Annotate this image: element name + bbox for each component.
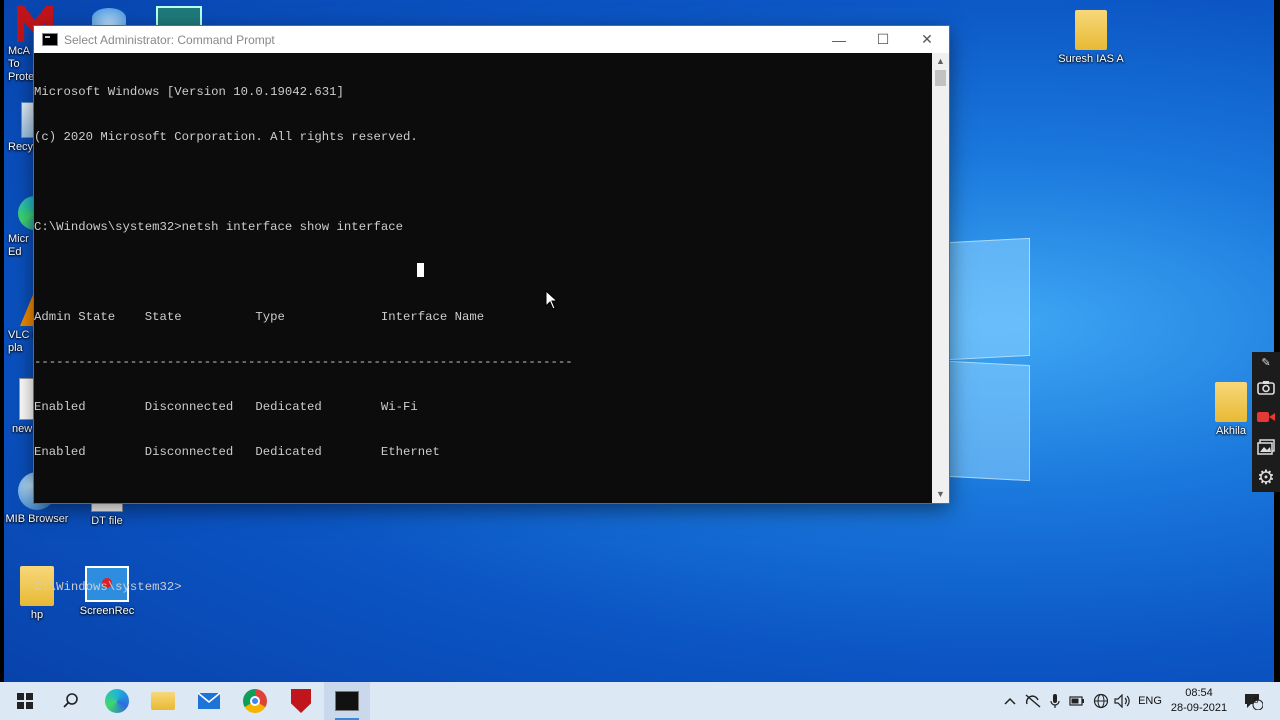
- action-center-button[interactable]: 5: [1238, 682, 1268, 720]
- scrollbar-thumb[interactable]: [935, 70, 946, 86]
- tray-sync[interactable]: [1022, 682, 1044, 720]
- vertical-scrollbar[interactable]: ▲ ▼: [932, 53, 949, 503]
- maximize-button[interactable]: ☐: [861, 26, 905, 53]
- video-icon[interactable]: [1252, 402, 1280, 432]
- mail-icon: [197, 692, 221, 709]
- taskbar-chrome[interactable]: [232, 682, 278, 720]
- window-title: Select Administrator: Command Prompt: [64, 32, 275, 47]
- search-button[interactable]: [48, 682, 94, 720]
- console-line: C:\Windows\system32>netsh interface show…: [34, 220, 403, 234]
- console-line: Enabled Disconnected Dedicated Ethernet: [34, 445, 440, 459]
- folder-icon: [1075, 10, 1107, 50]
- tray-volume[interactable]: [1112, 682, 1134, 720]
- gallery-icon[interactable]: [1252, 432, 1280, 462]
- edge-icon: [105, 689, 129, 713]
- clock[interactable]: 08:54 28-09-2021: [1166, 686, 1232, 716]
- tray-battery[interactable]: [1066, 682, 1088, 720]
- mcafee-shield-icon: [291, 689, 311, 713]
- notification-count: 5: [1254, 696, 1259, 705]
- tray-network[interactable]: [1090, 682, 1112, 720]
- mouse-pointer-icon: [545, 290, 559, 310]
- command-prompt-window[interactable]: Select Administrator: Command Prompt — ☐…: [34, 26, 949, 594]
- minimize-button[interactable]: —: [817, 26, 861, 53]
- chrome-icon: [243, 689, 267, 713]
- taskbar-edge[interactable]: [94, 682, 140, 720]
- window-controls: — ☐ ✕: [817, 26, 949, 53]
- camera-icon[interactable]: [1252, 372, 1280, 402]
- folder-icon: [1215, 382, 1247, 422]
- recorder-toolbar: ✎ ⚙: [1252, 352, 1280, 492]
- console-line: Admin State State Type Interface Name: [34, 310, 485, 324]
- console-line: (c) 2020 Microsoft Corporation. All righ…: [34, 130, 418, 144]
- terminal-icon: [335, 691, 359, 711]
- start-button[interactable]: [2, 682, 48, 720]
- console-line: Microsoft Windows [Version 10.0.19042.63…: [34, 85, 344, 99]
- windows-icon: [17, 693, 33, 709]
- console-output[interactable]: Microsoft Windows [Version 10.0.19042.63…: [34, 53, 932, 594]
- cmd-app-icon: [42, 33, 58, 46]
- globe-network-icon: [1093, 693, 1109, 709]
- show-hidden-icons-button[interactable]: [1000, 682, 1020, 720]
- microphone-icon: [1050, 694, 1060, 708]
- battery-icon: [1069, 696, 1084, 706]
- text-cursor: [417, 263, 424, 277]
- speaker-icon: [1114, 694, 1130, 708]
- taskbar: ENG 08:54 28-09-2021 5: [0, 682, 1280, 720]
- settings-icon[interactable]: ⚙: [1252, 462, 1280, 492]
- title-bar[interactable]: Select Administrator: Command Prompt — ☐…: [34, 26, 949, 53]
- close-button[interactable]: ✕: [905, 26, 949, 53]
- taskbar-file-explorer[interactable]: [140, 682, 186, 720]
- notification-icon: [1245, 694, 1263, 710]
- scroll-up-icon[interactable]: ▲: [932, 53, 949, 70]
- desktop-icon-suresh-ias[interactable]: Suresh IAS A: [1056, 10, 1126, 66]
- scroll-down-icon[interactable]: ▼: [932, 486, 949, 503]
- sync-off-icon: [1025, 694, 1041, 708]
- console-line: C:\Windows\system32>: [34, 580, 182, 594]
- tray-microphone[interactable]: [1046, 682, 1064, 720]
- wallpaper-windows-logo: [948, 237, 1032, 482]
- taskbar-command-prompt[interactable]: [324, 682, 370, 720]
- language-indicator[interactable]: ENG: [1136, 682, 1164, 720]
- clock-time: 08:54: [1185, 687, 1213, 699]
- chevron-up-icon: [1004, 697, 1016, 705]
- console-line: ----------------------------------------…: [34, 355, 573, 369]
- desktop-icon-label: Suresh IAS A: [1058, 53, 1124, 65]
- taskbar-mail[interactable]: [186, 682, 232, 720]
- clock-date: 28-09-2021: [1170, 702, 1228, 714]
- folder-icon: [151, 692, 175, 710]
- desktop-icon-network-partial[interactable]: [92, 8, 126, 28]
- pin-icon[interactable]: ✎: [1252, 352, 1280, 372]
- console-line: Enabled Disconnected Dedicated Wi-Fi: [34, 400, 418, 414]
- search-icon: [63, 693, 78, 708]
- taskbar-mcafee[interactable]: [278, 682, 324, 720]
